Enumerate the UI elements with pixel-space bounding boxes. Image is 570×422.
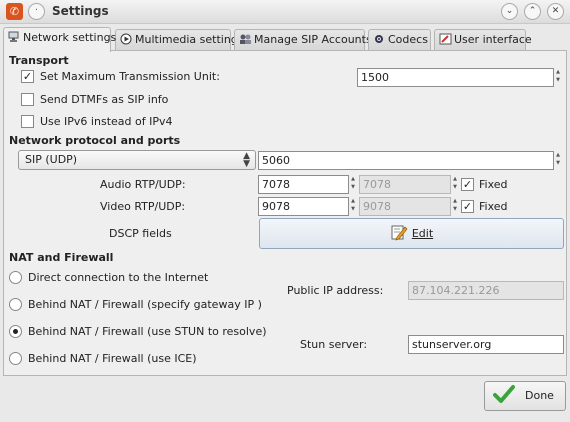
- network-icon: [8, 31, 19, 42]
- radio-direct-connection-label: Direct connection to the Internet: [28, 271, 209, 284]
- settings-panel: Transport ✓ Set Maximum Transmission Uni…: [3, 50, 567, 376]
- ipv6-checkbox[interactable]: [21, 115, 34, 128]
- audio-port-max-spinner: ▲ ▼: [453, 176, 457, 190]
- ui-icon: [439, 33, 452, 45]
- dscp-label: DSCP fields: [109, 227, 172, 240]
- window-menu-icon[interactable]: ·: [28, 3, 45, 20]
- tab-network-settings[interactable]: Network settings: [3, 27, 116, 52]
- radio-nat-gateway-label: Behind NAT / Firewall (specify gateway I…: [28, 298, 262, 311]
- radio-nat-ice[interactable]: [9, 352, 22, 365]
- video-port-input[interactable]: 9078: [258, 197, 349, 216]
- checkmark-icon: [493, 385, 515, 403]
- audio-fixed-checkbox[interactable]: ✓: [461, 178, 474, 191]
- dtmf-label: Send DTMFs as SIP info: [40, 93, 169, 106]
- tab-manage-sip-accounts[interactable]: Manage SIP Accounts: [234, 29, 372, 51]
- tab-codecs[interactable]: Codecs: [368, 29, 431, 51]
- nat-heading: NAT and Firewall: [9, 251, 114, 264]
- video-fixed-label: Fixed: [479, 200, 508, 213]
- edit-dscp-button[interactable]: Edit: [259, 218, 564, 249]
- mtu-spinner[interactable]: ▲ ▼: [554, 68, 562, 87]
- video-rtp-label: Video RTP/UDP:: [100, 200, 186, 213]
- close-icon[interactable]: ✕: [547, 3, 564, 20]
- sip-port-spinner[interactable]: ▲ ▼: [554, 151, 562, 170]
- window-title: Settings: [52, 4, 109, 18]
- done-button[interactable]: Done: [484, 381, 566, 411]
- tab-multimedia-settings[interactable]: Multimedia settings: [115, 29, 244, 51]
- transport-heading: Transport: [9, 54, 69, 67]
- combo-arrows-icon: ▲ ▼: [243, 151, 250, 169]
- radio-direct-connection[interactable]: [9, 271, 22, 284]
- dtmf-checkbox[interactable]: [21, 93, 34, 106]
- codecs-icon: [375, 35, 383, 43]
- accounts-icon: [240, 34, 251, 44]
- video-port-spinner[interactable]: ▲ ▼: [349, 197, 357, 216]
- network-heading: Network protocol and ports: [9, 134, 181, 147]
- radio-nat-stun[interactable]: [9, 325, 22, 338]
- radio-nat-ice-label: Behind NAT / Firewall (use ICE): [28, 352, 197, 365]
- play-icon: [120, 33, 132, 45]
- tab-user-interface[interactable]: User interface: [434, 29, 532, 51]
- app-icon[interactable]: ✆: [6, 3, 23, 20]
- mtu-input[interactable]: 1500: [357, 68, 554, 87]
- mtu-checkbox[interactable]: ✓: [21, 70, 34, 83]
- radio-nat-gateway[interactable]: [9, 298, 22, 311]
- public-ip-input: 87.104.221.226: [408, 281, 564, 300]
- edit-icon: [391, 225, 408, 241]
- protocol-select[interactable]: SIP (UDP) ▲ ▼: [18, 150, 256, 170]
- shade-icon[interactable]: ⌄: [501, 3, 518, 20]
- video-fixed-checkbox[interactable]: ✓: [461, 200, 474, 213]
- stun-server-input[interactable]: stunserver.org: [408, 335, 564, 354]
- audio-port-max-input: 7078: [359, 175, 451, 194]
- mtu-label: Set Maximum Transmission Unit:: [40, 70, 220, 83]
- audio-port-spinner[interactable]: ▲ ▼: [349, 175, 357, 194]
- maximize-icon[interactable]: ⌃: [524, 3, 541, 20]
- radio-nat-stun-label: Behind NAT / Firewall (use STUN to resol…: [28, 325, 267, 338]
- audio-fixed-label: Fixed: [479, 178, 508, 191]
- audio-rtp-label: Audio RTP/UDP:: [100, 178, 186, 191]
- audio-port-input[interactable]: 7078: [258, 175, 349, 194]
- public-ip-label: Public IP address:: [287, 284, 384, 297]
- video-port-max-spinner: ▲ ▼: [453, 198, 457, 212]
- stun-server-label: Stun server:: [300, 338, 368, 351]
- video-port-max-input: 9078: [359, 197, 451, 216]
- ipv6-label: Use IPv6 instead of IPv4: [40, 115, 173, 128]
- sip-port-input[interactable]: 5060: [258, 151, 554, 170]
- title-bar: ✆ · Settings ⌄ ⌃ ✕: [0, 0, 570, 24]
